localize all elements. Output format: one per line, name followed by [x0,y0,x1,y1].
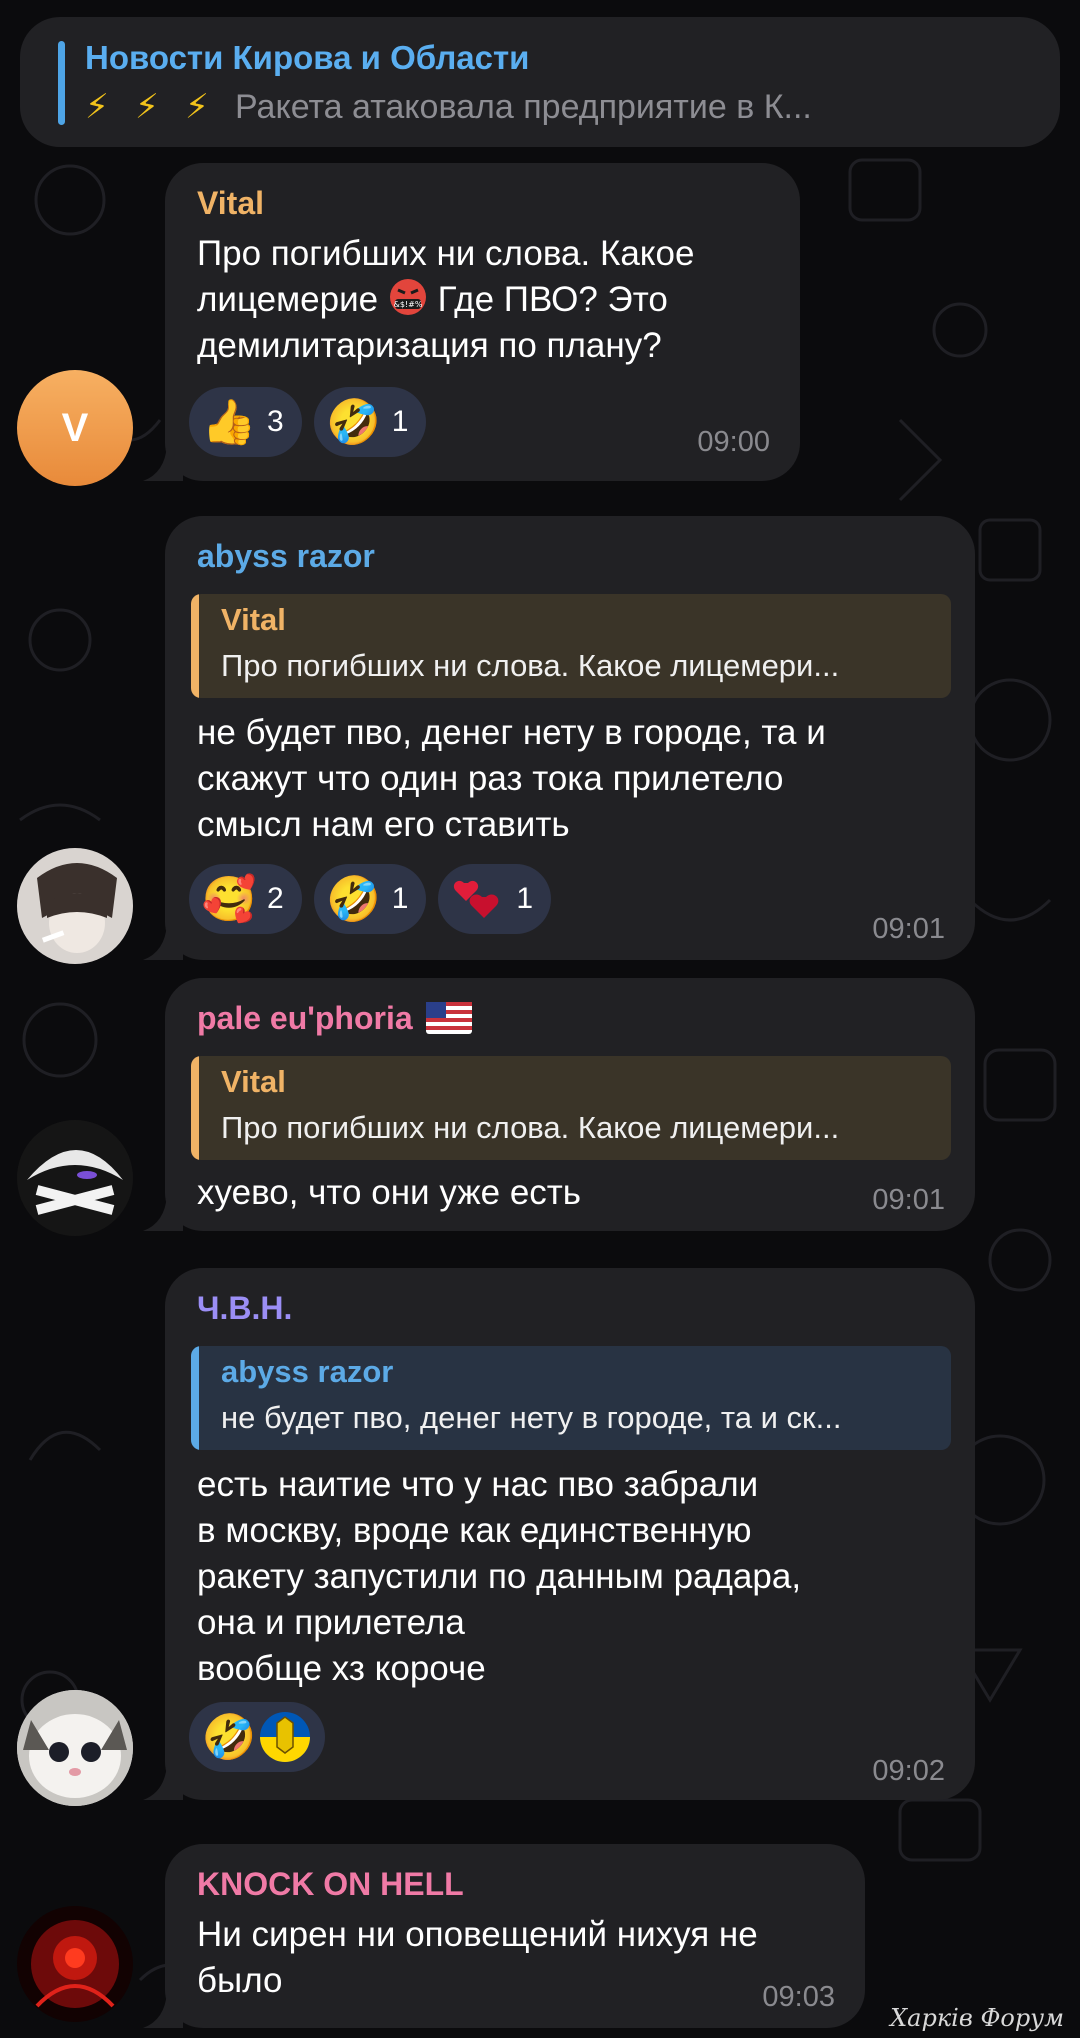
message-bubble[interactable]: abyss razor Vital Про погибших ни слова.… [143,516,975,960]
pinned-accent-bar [58,41,65,125]
reply-text: Про погибших ни слова. Какое лицемери... [221,648,840,683]
avatar[interactable] [17,1690,133,1806]
message-text: не будет пво, денег нету в городе, та и … [197,713,826,844]
message-time: 09:03 [762,1981,835,2013]
bubble-tail [143,1764,183,1800]
rofl-icon: 🤣 [326,875,382,924]
sender-name[interactable]: Ч.В.Н. [197,1290,292,1327]
reaction-count: 3 [267,405,284,438]
reaction-chip[interactable]: 👍 3 [189,387,302,457]
reaction-chip[interactable]: 1 [438,864,552,934]
reply-accent-bar [191,1346,199,1450]
message-time: 09:00 [697,426,770,458]
avatar-image [17,1906,133,2022]
avatar[interactable] [17,1906,133,2022]
message-text: Ни сирен ни оповещений нихуя не было [197,1915,758,2000]
sender-name[interactable]: abyss razor [197,538,375,575]
reply-sender: abyss razor [221,1354,394,1389]
message-text: хуево, что они уже есть [197,1173,582,1212]
message-bubble[interactable]: Vital Про погибших ни слова. Какое лицем… [143,163,800,481]
avatar[interactable] [17,848,133,964]
message-bubble[interactable]: KNOCK ON HELL Ни сирен ни оповещений них… [143,1844,865,2028]
rofl-icon: 🤣 [201,1713,257,1762]
avatar-image [17,1690,133,1806]
bubble-tail [143,924,183,960]
rofl-icon: 🤣 [326,398,382,447]
us-flag-icon [425,1002,472,1034]
reaction-count: 1 [391,405,409,438]
sender-name[interactable]: KNOCK ON HELL [197,1866,464,1903]
message-time: 09:02 [872,1755,945,1787]
reaction-chip[interactable]: 🤣 1 [313,387,427,457]
reply-accent-bar [191,1056,199,1160]
reply-quote[interactable]: abyss razor не будет пво, денег нету в г… [191,1346,951,1450]
svg-text:&$!#%: &$!#% [393,300,422,309]
reaction-count: 1 [391,882,409,915]
smiling-face-hearts-icon: 🥰 [201,875,257,924]
pinned-channel-title: Новости Кирова и Области [85,39,530,76]
reply-sender: Vital [221,1064,286,1099]
sparkling-hearts-icon [450,871,506,927]
avatar-image [17,848,133,964]
reactions-row: 🥰 2 🤣 1 1 [189,864,552,934]
bubble-tail [143,1992,183,2028]
message-time: 09:01 [872,913,945,945]
lightning-icon: ⚡ [185,88,209,126]
pinned-message-bar[interactable]: Новости Кирова и Области ⚡ ⚡ ⚡ Ракета атако… [20,17,1060,147]
avatar[interactable] [17,1120,133,1236]
message-time: 09:01 [872,1184,945,1216]
reply-text: Про погибших ни слова. Какое лицемери... [221,1110,840,1145]
message-bubble[interactable]: pale eu'phoria Vital Про погибших ни сло… [143,978,975,1231]
avatar[interactable]: V [17,370,133,486]
message-text: Про погибших ни слова. Какое лицемерие &… [197,234,695,365]
lightning-icon: ⚡ [85,88,109,126]
thumbs-up-icon: 👍 [201,398,257,447]
reaction-count: 1 [516,882,534,915]
ukraine-emblem-icon [257,1709,313,1765]
reaction-count: 2 [267,882,284,915]
cursing-face-icon: &$!#% [389,279,426,315]
reply-quote[interactable]: Vital Про погибших ни слова. Какое лицем… [191,594,951,698]
sender-name[interactable]: Vital [197,185,264,222]
pinned-preview-text: Ракета атаковала предприятие в К... [235,88,812,126]
reaction-chip[interactable]: 🥰 2 [189,864,302,934]
lightning-icon: ⚡ [135,88,159,126]
reply-sender: Vital [221,602,286,637]
avatar-image [17,1120,133,1236]
pinned-preview: ⚡ ⚡ ⚡ Ракета атаковала предприятие в К... [85,87,812,127]
reply-accent-bar [191,594,199,698]
reaction-chip[interactable]: 🤣 [189,1702,325,1772]
watermark: Харків Форум [890,2004,1064,2032]
reply-text: не будет пво, денег нету в городе, та и … [221,1400,842,1435]
message-text: есть наитие что у нас пво забрали в моск… [197,1465,802,1688]
reactions-row: 👍 3 🤣 1 [189,387,427,457]
sender-name[interactable]: pale eu'phoria [197,1000,472,1037]
reply-quote[interactable]: Vital Про погибших ни слова. Какое лицем… [191,1056,951,1160]
bubble-tail [143,445,183,481]
reactions-row: 🤣 [189,1702,325,1772]
bubble-tail [143,1195,183,1231]
reaction-chip[interactable]: 🤣 1 [313,864,427,934]
message-bubble[interactable]: Ч.В.Н. abyss razor не будет пво, денег н… [143,1268,975,1800]
